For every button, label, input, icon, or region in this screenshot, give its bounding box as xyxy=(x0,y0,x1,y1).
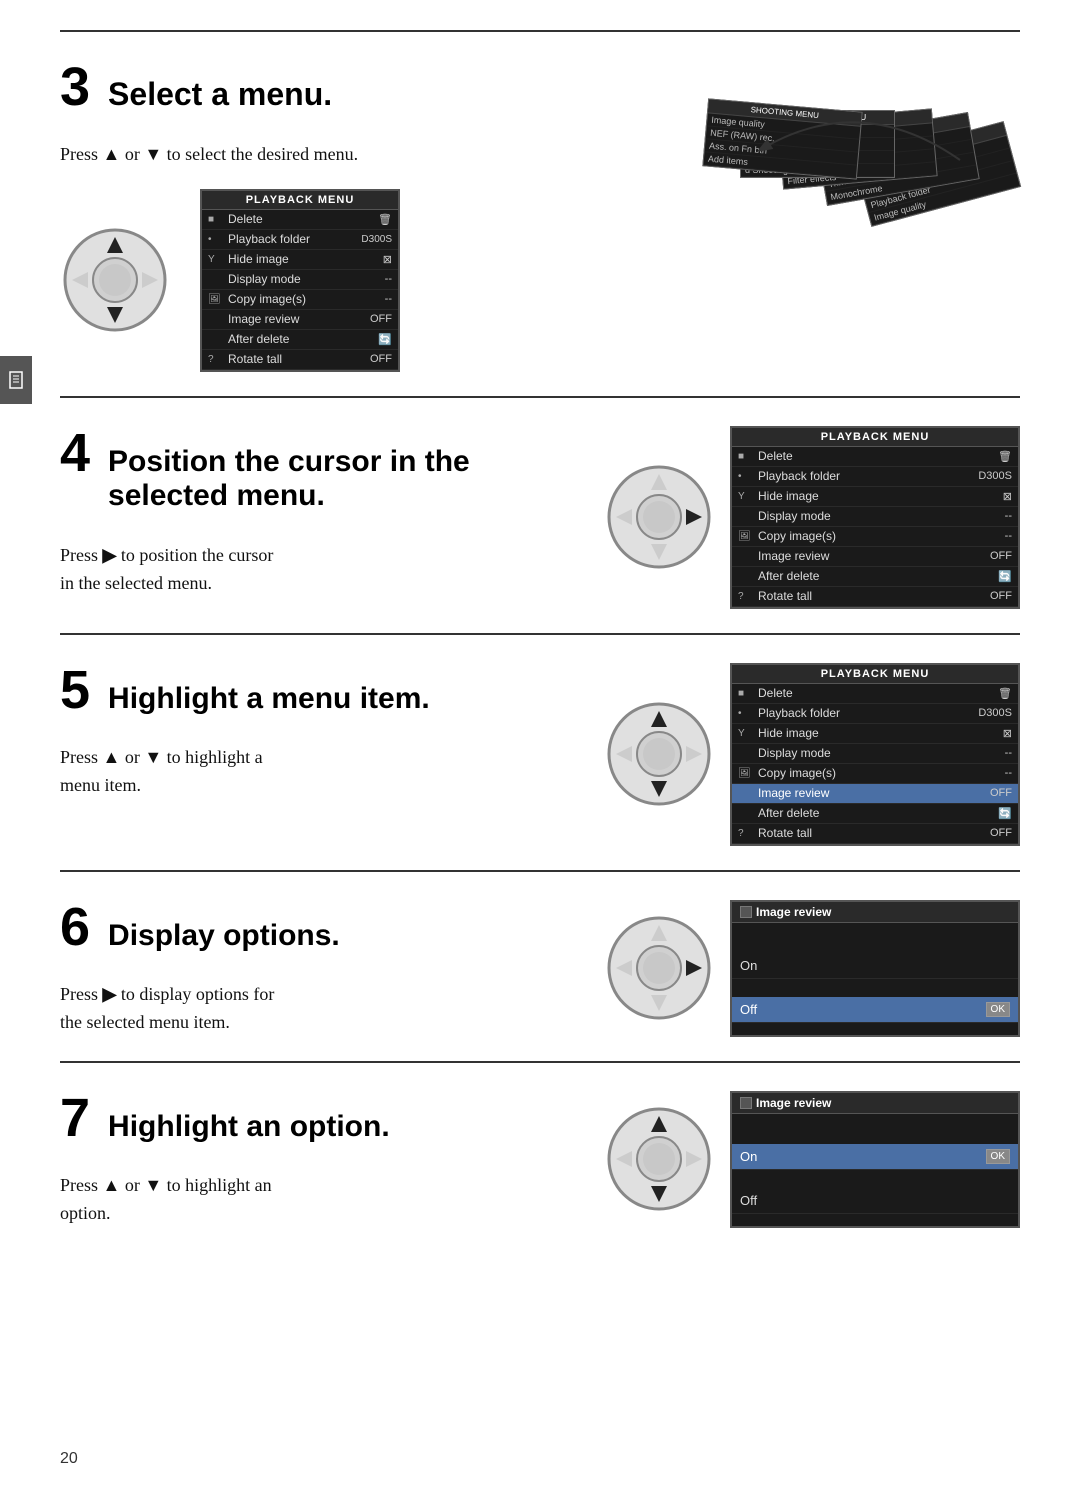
s7-on-row: On OK xyxy=(732,1144,1018,1170)
section-3-menu-title: PLAYBACK MENU xyxy=(202,191,398,210)
s6-spacer1 xyxy=(732,923,1018,953)
section-7-submenu-title-text: Image review xyxy=(756,1096,831,1110)
section-5-left: 5 Highlight a menu item. Press ▲ or ▼ to… xyxy=(60,663,604,800)
section-4-dial xyxy=(604,462,714,572)
s4-row-7: After delete🔄 xyxy=(732,567,1018,587)
section-6-number: 6 xyxy=(60,900,90,954)
section-4-body: Press ▶ to position the cursorin the sel… xyxy=(60,542,574,598)
side-tab xyxy=(0,356,32,404)
section-3-title: Select a menu. xyxy=(108,76,332,113)
menu-row-ir: Image reviewOFF xyxy=(202,310,398,330)
section-6: 6 Display options. Press ▶ to display op… xyxy=(60,870,1020,1061)
menu-row-ci: 🖼Copy image(s)-- xyxy=(202,290,398,310)
section-6-left: 6 Display options. Press ▶ to display op… xyxy=(60,900,604,1037)
s6-spacer3 xyxy=(732,1023,1018,1035)
s4-row-3: YHide image⊠ xyxy=(732,487,1018,507)
s6-ok-badge: OK xyxy=(986,1002,1010,1017)
section-7-submenu: Image review On OK Off xyxy=(730,1091,1020,1228)
section-3-menu: PLAYBACK MENU ■Delete🗑 •Playback folderD… xyxy=(200,189,400,372)
page-number: 20 xyxy=(60,1450,78,1468)
section-5-body: Press ▲ or ▼ to highlight amenu item. xyxy=(60,744,574,800)
section-5-menu-title: PLAYBACK MENU xyxy=(732,665,1018,684)
s7-spacer2 xyxy=(732,1170,1018,1188)
s5-row-7: After delete🔄 xyxy=(732,804,1018,824)
s7-ok-badge: OK xyxy=(986,1149,1010,1164)
section-6-body: Press ▶ to display options forthe select… xyxy=(60,981,574,1037)
s6-on-label: On xyxy=(740,958,1010,973)
s5-row-5: 🖼Copy image(s)-- xyxy=(732,764,1018,784)
section-7-number: 7 xyxy=(60,1091,90,1145)
s6-off-label: Off xyxy=(740,1002,986,1017)
section-7-right: Image review On OK Off xyxy=(604,1091,1020,1228)
s4-row-1: ■Delete🗑 xyxy=(732,447,1018,467)
s5-row-2: •Playback folderD300S xyxy=(732,704,1018,724)
s6-spacer2 xyxy=(732,979,1018,997)
s7-spacer3 xyxy=(732,1214,1018,1226)
section-4-title-line1: Position the cursor in the xyxy=(108,445,470,478)
section-6-submenu-title: Image review xyxy=(732,902,1018,923)
section-6-submenu-title-text: Image review xyxy=(756,905,831,919)
section-3-body: Press ▲ or ▼ to select the desired menu. xyxy=(60,141,660,169)
section-7-submenu-title: Image review xyxy=(732,1093,1018,1114)
section-7-title: Highlight an option. xyxy=(108,1110,390,1145)
page: 3 Select a menu. Press ▲ or ▼ to select … xyxy=(0,0,1080,1486)
section-4-menu: PLAYBACK MENU ■Delete🗑 •Playback folderD… xyxy=(730,426,1020,609)
s5-row-3: YHide image⊠ xyxy=(732,724,1018,744)
section-5-right: PLAYBACK MENU ■Delete🗑 •Playback folderD… xyxy=(604,663,1020,846)
s4-row-8: ?Rotate tallOFF xyxy=(732,587,1018,607)
s7-off-row: Off xyxy=(732,1188,1018,1214)
section-6-right: Image review On Off OK xyxy=(604,900,1020,1037)
section-5-menu: PLAYBACK MENU ■Delete🗑 •Playback folderD… xyxy=(730,663,1020,846)
section-3-left: 3 Select a menu. Press ▲ or ▼ to select … xyxy=(60,60,690,372)
section-4-right: PLAYBACK MENU ■Delete🗑 •Playback folderD… xyxy=(604,426,1020,609)
menu-row-dm: Display mode-- xyxy=(202,270,398,290)
menu-row-rt: ?Rotate tallOFF xyxy=(202,350,398,370)
section-6-title: Display options. xyxy=(108,919,340,954)
stacked-menus: MY MENU Shooting menu Delete Playback fo… xyxy=(700,100,1020,290)
section-4-menu-title: PLAYBACK MENU xyxy=(732,428,1018,447)
s4-row-2: •Playback folderD300S xyxy=(732,467,1018,487)
section-3: 3 Select a menu. Press ▲ or ▼ to select … xyxy=(60,30,1020,396)
section-5: 5 Highlight a menu item. Press ▲ or ▼ to… xyxy=(60,633,1020,870)
section-5-dial xyxy=(604,699,714,809)
section-6-submenu: Image review On Off OK xyxy=(730,900,1020,1037)
menu-row-pf: •Playback folderD300S xyxy=(202,230,398,250)
section-5-title: Highlight a menu item. xyxy=(108,682,430,717)
s7-on-label: On xyxy=(740,1149,986,1164)
section-4-number: 4 xyxy=(60,426,90,480)
section-4: 4 Position the cursor in the selected me… xyxy=(60,396,1020,633)
section-4-title-line2: selected menu. xyxy=(108,479,325,512)
section-3-right: MY MENU Shooting menu Delete Playback fo… xyxy=(690,100,1020,290)
menu-row-hi: YHide image⊠ xyxy=(202,250,398,270)
menu-row-delete: ■Delete🗑 xyxy=(202,210,398,230)
section-4-title: Position the cursor in the selected menu… xyxy=(108,445,470,514)
s5-row-8: ?Rotate tallOFF xyxy=(732,824,1018,844)
section-3-dial xyxy=(60,225,170,335)
s6-off-row: Off OK xyxy=(732,997,1018,1023)
s7-off-label: Off xyxy=(740,1193,1010,1208)
s5-row-1: ■Delete🗑 xyxy=(732,684,1018,704)
section-3-number: 3 xyxy=(60,60,90,114)
s5-row-6-highlighted: Image reviewOFF xyxy=(732,784,1018,804)
s4-row-5: 🖼Copy image(s)-- xyxy=(732,527,1018,547)
s4-row-6: Image reviewOFF xyxy=(732,547,1018,567)
section-7-dial xyxy=(604,1104,714,1214)
section-4-left: 4 Position the cursor in the selected me… xyxy=(60,426,604,598)
s4-row-4: Display mode-- xyxy=(732,507,1018,527)
section-5-number: 5 xyxy=(60,663,90,717)
section-3-body-text: Press ▲ or ▼ to select the desired menu. xyxy=(60,144,358,164)
section-7-body: Press ▲ or ▼ to highlight anoption. xyxy=(60,1172,574,1228)
section-7-left: 7 Highlight an option. Press ▲ or ▼ to h… xyxy=(60,1091,604,1228)
s7-spacer1 xyxy=(732,1114,1018,1144)
menu-row-ad: After delete🔄 xyxy=(202,330,398,350)
s6-on-row: On xyxy=(732,953,1018,979)
section-6-dial xyxy=(604,913,714,1023)
section-7: 7 Highlight an option. Press ▲ or ▼ to h… xyxy=(60,1061,1020,1252)
s5-row-4: Display mode-- xyxy=(732,744,1018,764)
